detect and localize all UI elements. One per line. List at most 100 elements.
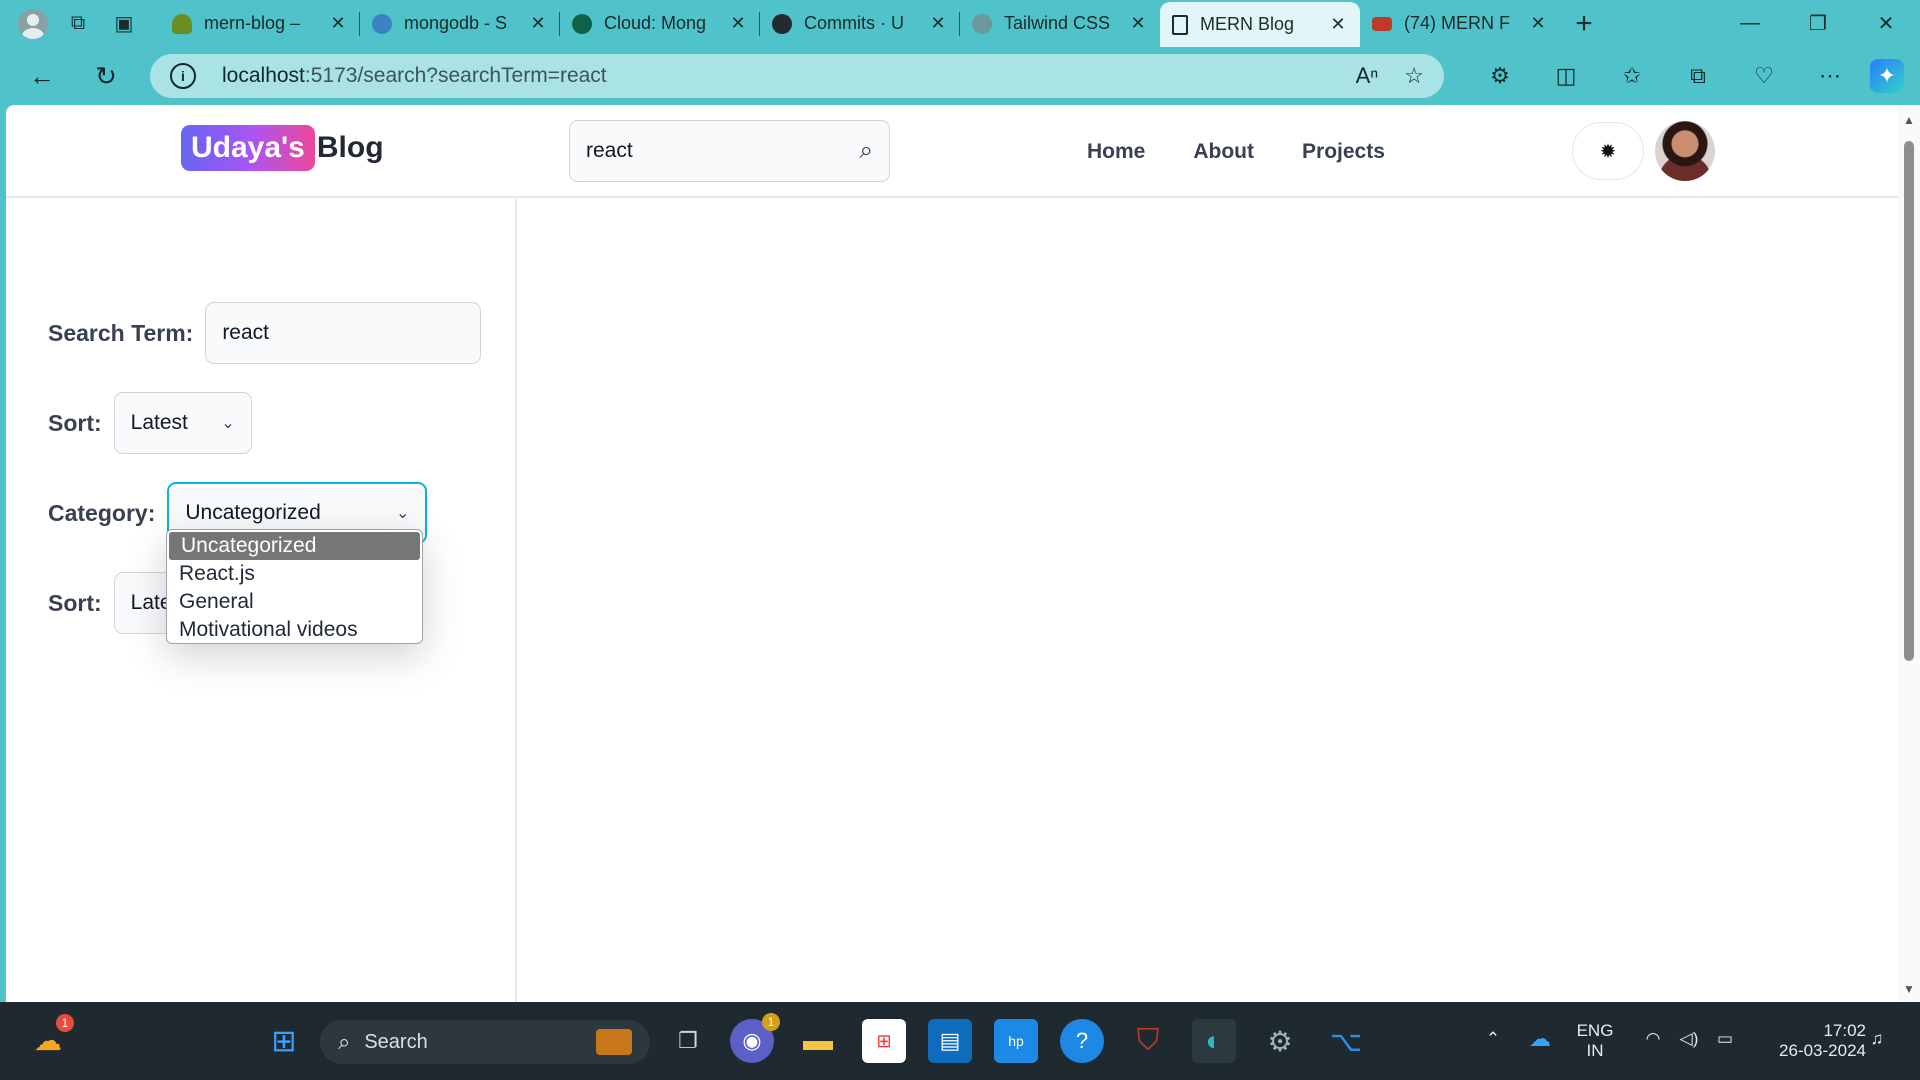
notification-bell-icon[interactable]: ♫ (1862, 1024, 1892, 1054)
browser-tab[interactable]: Commits · U ✕ (760, 0, 960, 47)
search-icon: ⌕ (338, 1029, 351, 1054)
close-tab-icon[interactable]: ✕ (1528, 13, 1548, 34)
chevron-up-icon[interactable]: ⌃ (1478, 1024, 1508, 1054)
tab-label: mongodb - S (404, 13, 508, 33)
tab-label: Commits · U (804, 13, 904, 33)
category-option[interactable]: React.js (167, 560, 422, 588)
sort-value: Latest (130, 411, 188, 434)
help-icon[interactable]: ? (1060, 1019, 1104, 1063)
os-taskbar: ☁ 1 ⊞ ⌕ Search ❐ ◉ 1 ▬ ⊞ ▤ hp ? ⛉ ◐ ⚙ ⌥ … (0, 1002, 1920, 1080)
close-tab-icon[interactable]: ✕ (328, 13, 348, 34)
category-option[interactable]: Motivational videos (167, 616, 422, 643)
restore-icon[interactable]: ❐ (1784, 0, 1852, 47)
task-view-icon[interactable]: ❐ (666, 1019, 710, 1063)
file-explorer-icon[interactable]: ▬ (796, 1019, 840, 1063)
onedrive-icon[interactable]: ☁ (1522, 1024, 1558, 1054)
nav-link-home[interactable]: Home (1087, 140, 1145, 164)
browser-essentials-icon[interactable]: ♡ (1738, 56, 1790, 96)
back-arrow-icon[interactable]: ← (18, 56, 66, 96)
profile-avatar-icon[interactable] (18, 8, 48, 39)
favorites-icon[interactable]: ✩ (1606, 56, 1658, 96)
clock[interactable]: 17:02 26-03-2024 (1756, 1018, 1866, 1064)
microsoft-store-icon[interactable]: ⊞ (862, 1019, 906, 1063)
volume-icon[interactable]: ◁) (1674, 1024, 1704, 1054)
vscode-icon[interactable]: ⌥ (1324, 1019, 1368, 1063)
browser-tab[interactable]: Tailwind CSS ✕ (960, 0, 1160, 47)
address-bar[interactable]: i localhost:5173/search?searchTerm=react… (150, 54, 1444, 98)
nav-link-about[interactable]: About (1193, 140, 1254, 164)
url-path: :5173/search?searchTerm=react (304, 64, 607, 87)
close-tab-icon[interactable]: ✕ (528, 13, 548, 34)
youtube-icon (1372, 16, 1392, 31)
edge-browser-icon[interactable]: ◐ (1192, 1019, 1236, 1063)
tab-label: MERN Blog (1200, 14, 1295, 34)
refresh-icon[interactable]: ↻ (82, 56, 130, 96)
read-aloud-icon[interactable]: Aⁿ (1356, 63, 1379, 89)
new-tab-button[interactable]: + (1560, 0, 1608, 47)
page-icon (1172, 14, 1188, 35)
close-tab-icon[interactable]: ✕ (928, 13, 948, 34)
category-dropdown-list: Uncategorized React.js General Motivatio… (166, 529, 423, 644)
browser-tab[interactable]: mern-blog – ✕ (160, 0, 360, 47)
scroll-up-icon[interactable]: ▲ (1903, 113, 1915, 127)
tab-actions-icon[interactable]: ▣ (108, 8, 140, 40)
tab-favicon-icon (372, 13, 392, 34)
language-indicator[interactable]: ENG IN (1570, 1018, 1620, 1064)
scroll-down-icon[interactable]: ▼ (1903, 982, 1915, 996)
collections-icon[interactable]: ⧉ (1672, 56, 1724, 96)
site-info-icon[interactable]: i (170, 63, 196, 89)
browser-tab-active[interactable]: MERN Blog ✕ (1160, 2, 1360, 47)
close-tab-icon[interactable]: ✕ (1128, 13, 1148, 34)
start-windows-icon[interactable]: ⊞ (262, 1019, 306, 1063)
search-term-input[interactable]: react (205, 302, 482, 364)
category-option[interactable]: Uncategorized (169, 532, 420, 560)
sort-select[interactable]: Latest ⌄ (113, 392, 252, 454)
tab-label: Cloud: Mong (604, 13, 707, 33)
taskbar-search[interactable]: ⌕ Search (320, 1020, 650, 1064)
browser-toolbar: ← ↻ i localhost:5173/search?searchTerm=r… (0, 47, 1920, 105)
category-option[interactable]: General (167, 588, 422, 616)
close-tab-icon[interactable]: ✕ (1328, 14, 1348, 35)
mcafee-icon[interactable]: ⛉ (1126, 1019, 1170, 1063)
workspaces-icon[interactable]: ⧉ (62, 8, 94, 40)
browser-tab[interactable]: (74) MERN F ✕ (1360, 0, 1560, 47)
extensions-icon[interactable]: ⚙ (1474, 56, 1526, 96)
user-avatar[interactable] (1655, 121, 1715, 181)
teams-chat-icon[interactable]: ◉ 1 (730, 1013, 780, 1063)
window-controls: — ❐ ✕ (1716, 0, 1920, 47)
logo-text: Blog (316, 131, 384, 164)
search-term-row: Search Term: react (48, 302, 482, 364)
sort-label: Sort: (48, 589, 102, 616)
page-viewport: Udaya's Blog react ⌕ Home About Projects… (6, 105, 1920, 1002)
battery-icon[interactable]: ▭ (1710, 1024, 1740, 1054)
close-tab-icon[interactable]: ✕ (728, 13, 748, 34)
more-menu-icon[interactable]: ⋯ (1804, 56, 1856, 96)
tab-favicon-icon (772, 13, 792, 34)
site-logo[interactable]: Udaya's Blog (181, 125, 384, 171)
logo-badge: Udaya's (181, 125, 315, 171)
page-scrollbar[interactable]: ▲ ▼ (1898, 105, 1920, 1002)
minimize-icon[interactable]: — (1716, 0, 1784, 47)
toolbar-actions: ⚙ ◫ ✩ ⧉ ♡ ⋯ ✦ (1474, 47, 1904, 105)
wifi-icon[interactable]: ◠ (1638, 1024, 1668, 1054)
copilot-icon[interactable]: ✦ (1870, 59, 1904, 93)
settings-gear-icon[interactable]: ⚙ (1258, 1019, 1302, 1063)
theme-toggle-button[interactable]: ✹ (1572, 122, 1644, 180)
nav-link-projects[interactable]: Projects (1302, 140, 1385, 164)
browser-tab[interactable]: mongodb - S ✕ (360, 0, 560, 47)
scrollbar-thumb[interactable] (1904, 141, 1914, 661)
weather-icon[interactable]: ☁ 1 (28, 1014, 74, 1060)
region-code: IN (1586, 1041, 1604, 1060)
tab-favicon-icon (172, 13, 192, 34)
header-search-input[interactable]: react ⌕ (569, 120, 890, 182)
split-screen-icon[interactable]: ◫ (1540, 56, 1592, 96)
weather-badge: 1 (56, 1014, 74, 1032)
myhp-icon[interactable]: hp (994, 1019, 1038, 1063)
search-icon[interactable]: ⌕ (860, 137, 873, 165)
notepad-app-icon[interactable]: ▤ (928, 1019, 972, 1063)
close-window-icon[interactable]: ✕ (1852, 0, 1920, 47)
browser-tab[interactable]: Cloud: Mong ✕ (560, 0, 760, 47)
favorite-star-icon[interactable]: ☆ (1404, 63, 1424, 89)
language-code: ENG (1576, 1021, 1614, 1040)
tab-favicon-icon (572, 13, 592, 34)
